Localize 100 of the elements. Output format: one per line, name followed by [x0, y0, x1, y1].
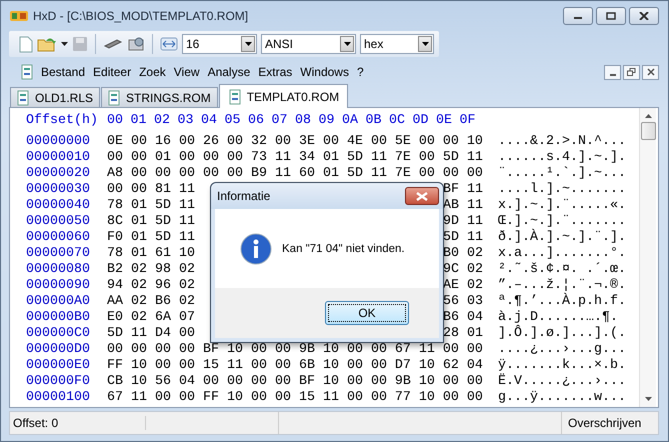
document-icon [108, 90, 120, 106]
offset-cell-text: 00000100 [26, 390, 91, 406]
menu-item[interactable]: ? [356, 65, 364, 79]
restore-button[interactable] [623, 64, 640, 80]
hex-bytes: FF 10 00 00 15 11 00 00 6B 10 00 00 D7 10 62 04 [107, 358, 483, 374]
offset-cell-text: 000000F0 [26, 374, 91, 390]
file-tab[interactable]: TEMPLAT0.ROM [218, 84, 348, 108]
offset-cell-text: 000000C0 [26, 326, 91, 342]
hex-bytes: B6 04 [443, 310, 483, 326]
menu-item[interactable]: Bestand [41, 65, 86, 79]
column-header: 0A [342, 113, 359, 130]
ascii-text: ”.–...ž.¦.¨.¬.®. [498, 278, 626, 293]
ascii-text: ....l.].~....... [498, 182, 626, 198]
hex-bytes: 94 02 96 02 [107, 278, 195, 294]
hex-bytes: 67 11 00 00 FF 10 00 00 15 11 00 00 77 10 00 00 [107, 390, 483, 406]
offset-cell-text: 00000040 [26, 198, 91, 214]
ascii-text: ....&.2.>.N.^... [498, 134, 626, 150]
close-icon [646, 68, 654, 76]
offset-cell-text: 00000090 [26, 278, 91, 294]
offset-cell-text: 00000060 [26, 230, 91, 246]
offset-cell-text: 00000070 [26, 246, 91, 262]
document-icon [228, 88, 241, 104]
offset-cell-text: 000000B0 [26, 310, 91, 326]
charset-dropdown[interactable]: ANSI [261, 34, 356, 54]
scroll-up-icon[interactable] [644, 114, 652, 118]
caret-icon[interactable] [61, 42, 68, 46]
hex-bytes: B2 02 98 02 [107, 262, 195, 278]
caret-icon [244, 42, 252, 46]
close-button[interactable] [642, 64, 659, 80]
hex-bytes: 9D 11 [443, 214, 483, 230]
status-offset: Offset: 0 [10, 416, 146, 430]
scrollbar[interactable] [639, 108, 656, 407]
hex-bytes: 28 01 [443, 326, 483, 342]
hex-bytes: 0E 00 16 00 26 00 32 00 3E 00 4E 00 5E 00 00 10 [107, 134, 483, 150]
offset-cell-text: 00000080 [26, 262, 91, 278]
column-header: 03 [178, 113, 194, 130]
close-button[interactable] [405, 187, 439, 205]
menu-item[interactable]: Zoek [139, 65, 166, 79]
dialog-message: Kan "71 04" niet vinden. [282, 242, 405, 254]
ascii-text: ].Ô.].ø.]...].(. [498, 326, 626, 342]
close-button[interactable] [629, 7, 659, 25]
offset-cell-text: 00000030 [26, 182, 91, 198]
hex-bytes: 8C 01 5D 11 [107, 214, 195, 230]
hex-bytes: 5D 11 D4 00 [107, 326, 195, 342]
column-header: 09 [318, 113, 336, 130]
ascii-text: x.].~.].¨.....«. [498, 198, 626, 214]
file-tab[interactable]: STRINGS.ROM [101, 87, 218, 107]
document-icon [17, 90, 29, 106]
caret-icon [422, 42, 428, 46]
ascii-text: ².˜.š.¢.¤. .´.œ. [498, 262, 626, 278]
column-header: 0D [412, 113, 430, 130]
maximize-button[interactable] [596, 7, 626, 25]
menu-item[interactable]: Editeer [93, 65, 132, 79]
offset-cell-text: 000000E0 [26, 358, 91, 374]
ascii-text: ....¿...›...g... [498, 342, 626, 358]
menu-item[interactable]: Analyse [208, 65, 250, 79]
column-header: 00 [107, 113, 124, 130]
ok-button[interactable]: OK [325, 301, 409, 325]
ascii-text: g...ÿ.......w... [498, 390, 626, 406]
info-icon [240, 232, 272, 264]
ascii-text: Œ.].~.].¨....... [498, 214, 626, 229]
hex-bytes: 00 00 81 11 [107, 182, 195, 198]
column-header: 02 [154, 113, 171, 130]
bytes-per-row-dropdown[interactable]: 16 [182, 34, 257, 54]
hex-bytes: 5D 11 [443, 230, 483, 246]
hex-bytes: BF 11 [443, 182, 483, 198]
hex-bytes: B0 02 [443, 246, 483, 262]
ascii-text: Ë.V.....¿...›... [498, 374, 626, 390]
menu-item[interactable]: Extras [258, 65, 292, 79]
caret-icon [344, 42, 350, 46]
hex-bytes: 00 00 00 00 BF 10 00 00 9B 10 00 00 67 11 00 00 [107, 342, 483, 358]
minimize-button[interactable] [563, 7, 593, 25]
maximize-icon [606, 12, 616, 20]
restore-icon [627, 68, 636, 76]
ascii-text: ð.].À.].~.].¨.]. [498, 230, 626, 246]
column-header: 07 [272, 113, 288, 130]
offset-cell-text: 000000A0 [26, 294, 91, 310]
hex-bytes: E0 02 6A 07 [107, 310, 195, 326]
hex-bytes: AB 11 [443, 198, 483, 214]
ascii-text: ¨.....¹.`.].~... [498, 166, 626, 182]
minimize-button[interactable] [604, 64, 621, 80]
dialog-title: Informatie [217, 189, 270, 203]
ascii-text: ÿ.......k...×.b. [498, 358, 626, 373]
scrollbar-thumb[interactable] [640, 122, 656, 140]
hex-bytes: 9C 02 [443, 262, 483, 278]
menu-item[interactable]: View [174, 65, 200, 79]
offset-header: Offset(h) [26, 113, 99, 130]
hex-bytes: A8 00 00 00 00 00 B9 11 60 01 5D 11 7E 00 00 00 [107, 166, 483, 182]
ascii-text: ......s.4.].~.]. [498, 150, 626, 166]
file-tab[interactable]: OLD1.RLS [10, 87, 100, 107]
column-header: 0B [366, 113, 382, 130]
ascii-text: à.j.D......….¶. [498, 310, 618, 325]
hex-bytes: CB 10 56 04 00 00 00 00 BF 10 00 00 9B 10 00 00 [107, 374, 483, 390]
column-header: 0F [460, 113, 476, 130]
scroll-down-icon[interactable] [644, 397, 652, 401]
menu-item[interactable]: Windows [300, 65, 349, 79]
display-mode-dropdown[interactable]: hex [360, 34, 434, 54]
ascii-text: ª.¶.’...À.p.h.f. [498, 294, 626, 310]
offset-cell-text: 000000D0 [26, 342, 91, 358]
hex-bytes: AA 02 B6 02 [107, 294, 195, 310]
